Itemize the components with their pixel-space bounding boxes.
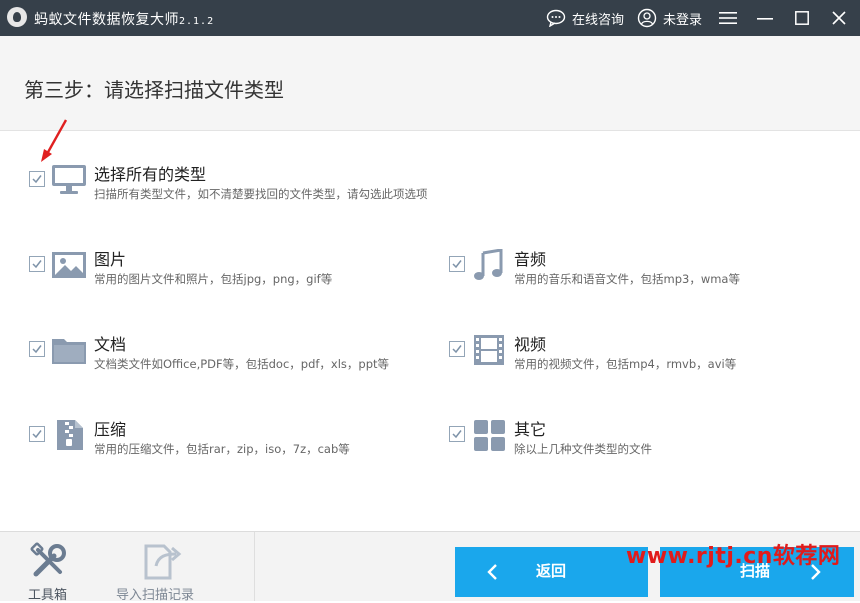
zip-file-icon [57,420,83,450]
music-note-icon [474,249,503,280]
import-record-button[interactable]: 导入扫描记录 [114,532,210,603]
folder-icon [52,339,86,364]
option-other[interactable]: 其它 除以上几种文件类型的文件 [449,419,829,459]
compressed-desc: 常用的压缩文件，包括rar，zip，iso，7z，cab等 [94,442,350,456]
close-icon [832,11,846,25]
app-version: 2.1.2 [179,16,215,27]
app-name: 蚂蚁文件数据恢复大师 [34,12,179,28]
check-icon [452,345,462,354]
menu-button[interactable] [710,0,746,36]
option-video[interactable]: 视频 常用的视频文件，包括mp4，rmvb，avi等 [449,334,829,374]
online-help-button[interactable]: 在线咨询 [546,0,624,36]
document-desc: 文档类文件如Office,PDF等，包括doc，pdf，xls，ppt等 [94,357,390,371]
image-icon [52,252,86,278]
compressed-checkbox[interactable] [29,426,45,442]
login-label: 未登录 [663,12,703,28]
option-audio[interactable]: 音频 常用的音乐和语音文件，包括mp3，wma等 [449,249,829,289]
close-button[interactable] [821,0,857,36]
check-icon [452,260,462,269]
user-icon [637,8,657,28]
title-bar: 蚂蚁文件数据恢复大师2.1.2 在线咨询 未登录 [0,0,860,36]
option-all-types[interactable]: 选择所有的类型 扫描所有类型文件，如不清楚要找回的文件类型，请勾选此项选项 [29,164,469,204]
maximize-button[interactable] [784,0,820,36]
grid-icon [474,420,505,451]
step-title: 第三步：请选择扫描文件类型 [24,78,284,102]
import-file-icon [144,544,182,580]
compressed-title: 压缩 [94,420,127,439]
hamburger-icon [719,12,737,24]
video-checkbox[interactable] [449,341,465,357]
option-document[interactable]: 文档 文档类文件如Office,PDF等，包括doc，pdf，xls，ppt等 [29,334,429,374]
option-compressed[interactable]: 压缩 常用的压缩文件，包括rar，zip，iso，7z，cab等 [29,419,429,459]
check-icon [32,345,42,354]
step-header: 第三步：请选择扫描文件类型 [0,36,860,131]
audio-desc: 常用的音乐和语音文件，包括mp3，wma等 [514,272,740,286]
image-title: 图片 [94,250,127,269]
login-button[interactable]: 未登录 [637,0,702,36]
image-checkbox[interactable] [29,256,45,272]
video-title: 视频 [514,335,547,354]
check-icon [32,430,42,439]
monitor-icon [52,165,86,194]
red-pointer-arrow [41,119,68,162]
back-label: 返回 [536,562,567,580]
watermark-text: www.rjtj.cn软荐网 [626,544,841,569]
audio-title: 音频 [514,250,547,269]
video-desc: 常用的视频文件，包括mp4，rmvb，avi等 [514,357,737,371]
all-types-checkbox[interactable] [29,171,45,187]
audio-checkbox[interactable] [449,256,465,272]
film-strip-icon [474,335,504,365]
check-icon [452,430,462,439]
back-button[interactable]: 返回 [455,547,648,597]
document-checkbox[interactable] [29,341,45,357]
online-help-label: 在线咨询 [572,12,625,28]
all-types-desc: 扫描所有类型文件，如不清楚要找回的文件类型，请勾选此项选项 [94,187,428,201]
toolbox-button[interactable]: 工具箱 [20,532,80,603]
check-icon [32,175,42,184]
other-title: 其它 [514,420,547,439]
check-icon [32,260,42,269]
minimize-icon [757,18,773,20]
document-title: 文档 [94,335,127,354]
chat-bubble-icon [546,9,566,27]
app-title: 蚂蚁文件数据恢复大师2.1.2 [34,9,214,29]
toolbar-divider [254,532,255,601]
chevron-left-icon [487,564,497,580]
other-desc: 除以上几种文件类型的文件 [514,442,652,456]
option-image[interactable]: 图片 常用的图片文件和照片，包括jpg，png，gif等 [29,249,409,289]
other-checkbox[interactable] [449,426,465,442]
all-types-title: 选择所有的类型 [94,165,207,184]
tools-icon [30,542,66,577]
maximize-icon [795,11,809,25]
image-desc: 常用的图片文件和照片，包括jpg，png，gif等 [94,272,333,286]
minimize-button[interactable] [747,0,783,36]
ant-logo-icon [7,7,27,27]
toolbox-label: 工具箱 [28,588,68,603]
import-record-label: 导入扫描记录 [116,588,195,603]
